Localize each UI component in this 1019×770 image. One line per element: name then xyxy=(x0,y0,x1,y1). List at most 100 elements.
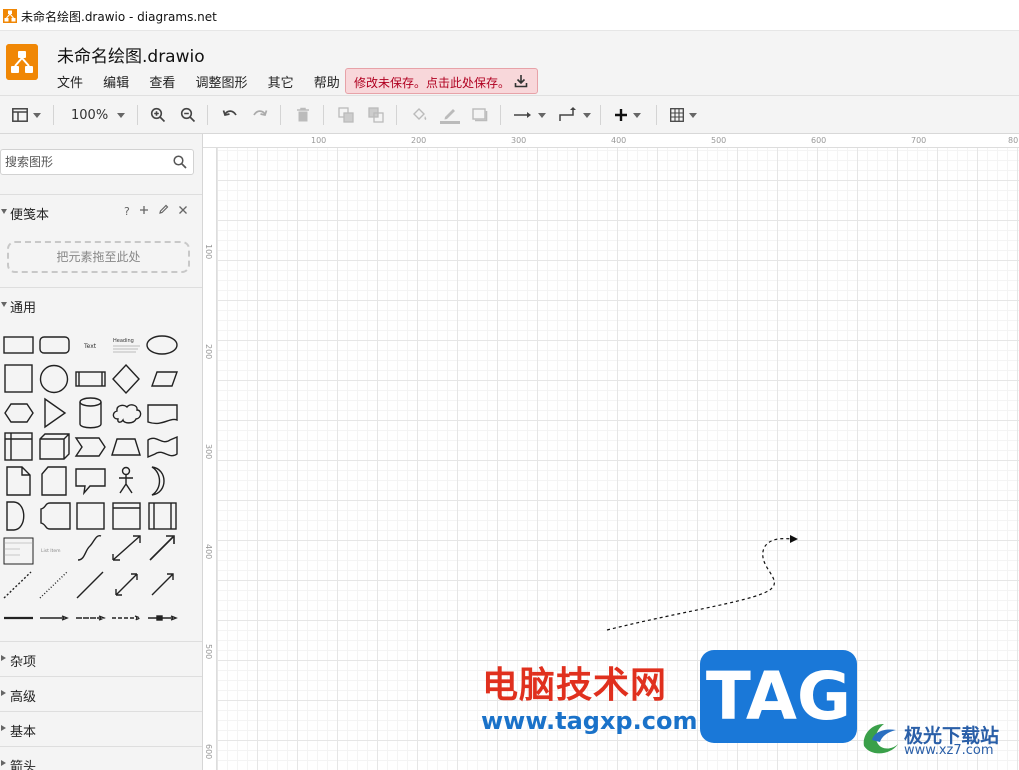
vertical-container-shape[interactable] xyxy=(148,502,177,530)
zoom-out-button[interactable] xyxy=(180,105,196,125)
actor-shape[interactable] xyxy=(119,475,133,494)
unsaved-changes-button[interactable]: 修改未保存。点击此处保存。 xyxy=(345,68,538,94)
vertical-ruler[interactable]: 100 200 300 400 500 600 xyxy=(203,148,217,770)
document-title[interactable]: 未命名绘图.drawio xyxy=(57,42,205,67)
diamond-shape[interactable] xyxy=(112,363,140,395)
swimlane-shape[interactable] xyxy=(112,502,141,530)
insert-button[interactable] xyxy=(614,105,641,125)
collapse-triangle-icon xyxy=(1,690,6,696)
zoom-in-button[interactable] xyxy=(150,105,166,125)
delete-button[interactable] xyxy=(296,105,310,125)
drawio-app-icon xyxy=(3,9,17,23)
display-shape[interactable] xyxy=(40,502,71,530)
rounded-rectangle-shape[interactable] xyxy=(39,336,70,354)
ruler-label: 400 xyxy=(204,544,213,560)
cloud-shape[interactable] xyxy=(112,404,142,424)
heading-shape[interactable]: Heading xyxy=(113,338,134,344)
parallelogram-shape[interactable] xyxy=(151,371,178,387)
section-general[interactable]: 通用 xyxy=(0,287,202,321)
edit-icon[interactable] xyxy=(158,204,169,215)
chevron-down-icon xyxy=(633,112,641,118)
shape-search[interactable] xyxy=(0,149,194,175)
table-button[interactable] xyxy=(670,105,697,125)
dotted-line-shape[interactable] xyxy=(39,571,68,599)
toolbar-divider xyxy=(53,105,54,125)
add-icon[interactable] xyxy=(139,205,149,215)
list-lines xyxy=(4,542,33,556)
arrow-shape[interactable] xyxy=(149,535,175,561)
internal-storage-shape[interactable] xyxy=(4,432,33,461)
rectangle-shape[interactable] xyxy=(3,336,34,354)
plus-icon xyxy=(615,109,627,121)
app-header: 未命名绘图.drawio 文件 编辑 查看 调整图形 其它 帮助 修改未保存。点… xyxy=(0,31,1019,95)
connector-shape[interactable] xyxy=(40,615,69,621)
document-shape[interactable] xyxy=(147,404,178,425)
circle-shape[interactable] xyxy=(39,364,69,394)
step-shape[interactable] xyxy=(74,437,106,457)
menu-edit[interactable]: 编辑 xyxy=(103,76,129,91)
shadow-button[interactable] xyxy=(472,105,488,125)
or-shape[interactable] xyxy=(151,466,165,496)
connector-2-shape[interactable] xyxy=(112,615,142,621)
to-front-button[interactable] xyxy=(338,105,354,125)
actor-head[interactable] xyxy=(121,466,131,476)
connection-style-button[interactable] xyxy=(513,105,546,125)
process-bars xyxy=(78,372,103,386)
dashed-line-shape[interactable] xyxy=(3,571,32,599)
text-shape[interactable]: Text xyxy=(83,343,97,350)
delay-shape[interactable] xyxy=(6,501,25,531)
panel-toggle-button[interactable] xyxy=(12,105,41,125)
hexagon-shape[interactable] xyxy=(4,403,34,423)
square-shape[interactable] xyxy=(4,364,33,393)
horizontal-ruler[interactable]: 100 200 300 400 500 600 700 80 xyxy=(203,134,1019,148)
redo-button[interactable] xyxy=(252,105,268,125)
undo-button[interactable] xyxy=(222,105,238,125)
watermark-tag-badge: TAG xyxy=(700,650,857,743)
line-shape[interactable] xyxy=(76,571,104,599)
list-item-shape[interactable]: List Item xyxy=(41,548,61,554)
waypoints-button[interactable] xyxy=(558,105,591,125)
process-shape[interactable] xyxy=(75,371,106,387)
list-shape[interactable] xyxy=(3,537,34,565)
search-icon[interactable] xyxy=(173,155,187,169)
connector-label-shape[interactable] xyxy=(76,615,106,621)
bidirectional-connector-shape[interactable] xyxy=(115,573,138,596)
card-shape[interactable] xyxy=(41,466,67,496)
ruler-label: 200 xyxy=(204,344,213,360)
section-advanced[interactable]: 高级 xyxy=(0,676,202,710)
ellipse-shape[interactable] xyxy=(146,335,178,355)
curved-dashed-arrow-connector[interactable] xyxy=(606,537,793,631)
menu-extras[interactable]: 其它 xyxy=(268,76,294,91)
line-color-button[interactable] xyxy=(440,105,460,125)
menu-arrange[interactable]: 调整图形 xyxy=(195,76,247,91)
menu-view[interactable]: 查看 xyxy=(149,76,175,91)
scratchpad-drop-zone[interactable]: 把元素拖至此处 xyxy=(7,241,190,273)
help-icon[interactable]: ? xyxy=(124,205,130,218)
tape-shape[interactable] xyxy=(147,435,178,459)
container-shape[interactable] xyxy=(76,502,105,530)
cube-shape[interactable] xyxy=(39,433,70,460)
callout-shape[interactable] xyxy=(75,468,106,496)
bidirectional-arrow-shape[interactable] xyxy=(112,535,141,561)
directional-connector-shape[interactable] xyxy=(151,573,174,596)
trapezoid-shape[interactable] xyxy=(111,438,141,456)
section-basic[interactable]: 基本 xyxy=(0,711,202,745)
toolbar-divider xyxy=(396,105,397,125)
curve-shape[interactable] xyxy=(77,535,102,561)
ruler-label: 400 xyxy=(611,136,627,145)
section-arrows[interactable]: 箭头 xyxy=(0,746,202,770)
search-input[interactable] xyxy=(5,154,165,170)
note-shape[interactable] xyxy=(6,466,31,496)
arrow-head xyxy=(790,535,798,543)
zoom-select[interactable]: 100% xyxy=(71,105,126,125)
menu-file[interactable]: 文件 xyxy=(57,76,83,91)
section-misc[interactable]: 杂项 xyxy=(0,641,202,675)
to-back-button[interactable] xyxy=(368,105,384,125)
close-icon[interactable] xyxy=(178,205,188,215)
drawio-logo-icon[interactable] xyxy=(6,44,38,80)
fill-color-button[interactable] xyxy=(411,105,428,125)
menu-help[interactable]: 帮助 xyxy=(314,76,340,91)
triangle-shape[interactable] xyxy=(44,397,67,429)
table-icon xyxy=(670,108,684,122)
chevron-down-icon xyxy=(689,112,697,118)
